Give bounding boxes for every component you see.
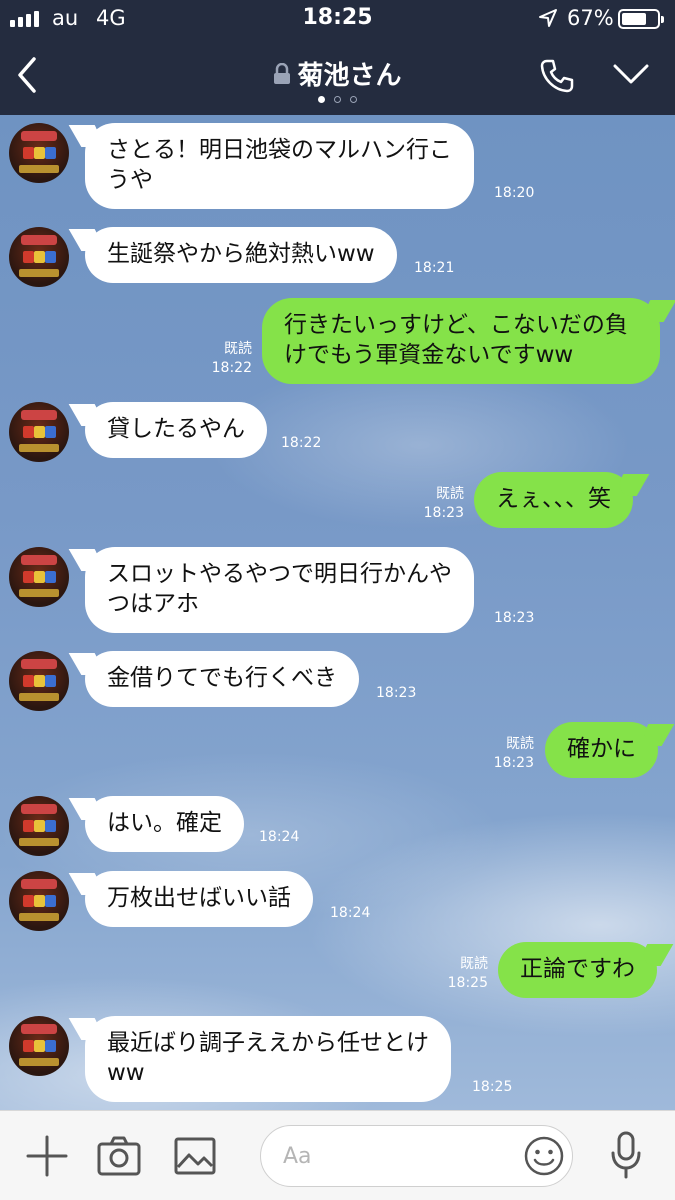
emoji-icon[interactable] [523,1135,565,1177]
message-line: スロットやるやつで明日行かんや [107,561,452,587]
message-input-bar [0,1110,675,1200]
read-receipt: 既読 [460,956,488,972]
message-time: 18:20 [494,185,535,201]
message-time: 18:23 [493,755,534,771]
plus-icon[interactable] [26,1135,68,1177]
battery-icon [618,9,664,29]
message-time: 18:23 [494,610,535,626]
read-receipt: 既読 [436,486,464,502]
message-time: 18:21 [414,260,455,276]
message-time: 18:25 [447,975,488,991]
message-time: 18:24 [330,905,371,921]
message-line: 万枚出せばいい話 [107,885,291,911]
incoming-message[interactable]: 最近ばり調子ええから任せとけ ww [85,1016,451,1102]
avatar[interactable] [9,1016,69,1076]
message-line: 確かに [567,736,636,762]
incoming-message[interactable]: 金借りてでも行くべき [85,651,359,707]
message-line: 正論ですわ [520,956,635,982]
outgoing-message[interactable]: えぇ、、、笑 [474,472,633,528]
outgoing-message[interactable]: 確かに [545,722,658,778]
incoming-message[interactable]: さとる！明日池袋のマルハン行こ うや [85,123,474,209]
status-bar: au 4G 18:25 67% [0,0,675,38]
outgoing-message[interactable]: 正論ですわ [498,942,657,998]
top-bar: au 4G 18:25 67% 菊池さん [0,0,675,115]
avatar[interactable] [9,227,69,287]
message-line: はい。確定 [107,810,222,836]
avatar[interactable] [9,651,69,711]
message-list[interactable]: さとる！明日池袋のマルハン行こ うや 18:20 生誕祭やから絶対熱いww 18… [0,115,675,1110]
avatar[interactable] [9,402,69,462]
battery-percent: 67% [567,6,614,30]
message-line: ww [107,1060,145,1086]
image-icon[interactable] [174,1137,216,1175]
incoming-message[interactable]: 万枚出せばいい話 [85,871,313,927]
page-indicator [0,96,675,103]
message-time: 18:23 [423,505,464,521]
phone-icon[interactable] [539,58,575,94]
message-text-field[interactable] [260,1125,573,1187]
avatar[interactable] [9,123,69,183]
message-time: 18:22 [211,360,252,376]
message-line: さとる！明日池袋のマルハン行こ [107,137,452,163]
chat-title: 菊池さん [297,61,402,91]
page-dot [334,96,341,103]
outgoing-message[interactable]: 行きたいっすけど、こないだの負 けでもう軍資金ないですww [262,298,660,384]
message-line: けでもう軍資金ないですww [284,342,574,368]
page-dot [350,96,357,103]
avatar[interactable] [9,547,69,607]
chevron-down-icon[interactable] [612,62,650,86]
message-line: 最近ばり調子ええから任せとけ [107,1030,429,1056]
message-line: 金借りてでも行くべき [107,665,337,691]
message-line: 行きたいっすけど、こないだの負 [284,312,628,338]
incoming-message[interactable]: 貸したるやん [85,402,267,458]
avatar[interactable] [9,871,69,931]
message-time: 18:24 [259,829,300,845]
message-line: 生誕祭やから絶対熱いww [107,241,375,267]
location-arrow-icon [539,9,557,27]
message-line: えぇ、、、笑 [496,486,611,512]
message-time: 18:25 [472,1079,513,1095]
camera-icon[interactable] [97,1136,141,1176]
message-input[interactable] [283,1138,513,1174]
avatar[interactable] [9,796,69,856]
lock-icon [274,62,291,84]
message-line: うや [107,167,153,193]
read-receipt: 既読 [506,736,534,752]
message-time: 18:23 [376,685,417,701]
incoming-message[interactable]: 生誕祭やから絶対熱いww [85,227,397,283]
read-receipt: 既読 [224,341,252,357]
incoming-message[interactable]: スロットやるやつで明日行かんや つはアホ [85,547,474,633]
message-line: 貸したるやん [107,416,245,442]
incoming-message[interactable]: はい。確定 [85,796,244,852]
page-dot [318,96,325,103]
microphone-icon[interactable] [610,1131,642,1179]
message-time: 18:22 [281,435,322,451]
message-line: つはアホ [107,591,199,617]
